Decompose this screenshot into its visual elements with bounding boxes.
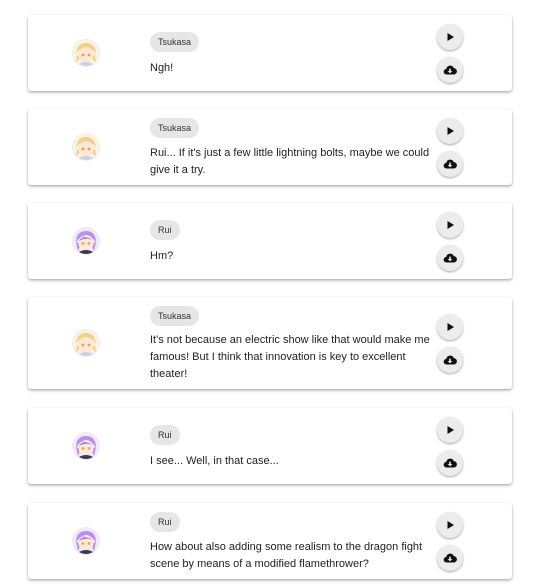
speaker-badge: Rui xyxy=(150,220,180,240)
play-button[interactable] xyxy=(437,118,463,144)
download-button[interactable] xyxy=(437,545,463,571)
voice-line-card: Rui How about also adding some realism t… xyxy=(28,503,512,579)
tsukasa-avatar xyxy=(73,134,99,160)
voice-line-card: Tsukasa Rui... If it's just a few little… xyxy=(28,109,512,185)
voice-line-card: Tsukasa It's not because an electric sho… xyxy=(28,297,512,389)
speaker-badge: Tsukasa xyxy=(150,306,200,326)
tsukasa-avatar xyxy=(73,330,99,356)
cloud-download-icon xyxy=(443,355,457,365)
play-icon xyxy=(447,323,454,331)
play-icon xyxy=(447,33,454,41)
play-button[interactable] xyxy=(437,24,463,50)
rui-avatar xyxy=(73,228,99,254)
voice-line-text: Ngh! xyxy=(150,62,174,74)
voice-line-text: How about also adding some realism to th… xyxy=(150,541,423,570)
play-icon xyxy=(447,521,454,529)
cloud-download-icon xyxy=(443,65,457,75)
voice-line-card: Rui Hm? xyxy=(28,203,512,279)
speaker-badge: Rui xyxy=(150,512,180,532)
voice-line-text: It's not because an electric show like t… xyxy=(150,334,430,380)
play-button[interactable] xyxy=(437,512,463,538)
speaker-badge: Tsukasa xyxy=(150,32,200,52)
speaker-badge: Rui xyxy=(150,425,180,445)
download-button[interactable] xyxy=(437,347,463,373)
cloud-download-icon xyxy=(443,458,457,468)
cloud-download-icon xyxy=(443,553,457,563)
play-button[interactable] xyxy=(437,314,463,340)
download-button[interactable] xyxy=(437,57,463,83)
download-button[interactable] xyxy=(437,151,463,177)
voice-line-card: Rui I see... Well, in that case... xyxy=(28,408,512,484)
play-button[interactable] xyxy=(437,417,463,443)
download-button[interactable] xyxy=(437,245,463,271)
play-icon xyxy=(447,127,454,135)
voice-line-text: Rui... If it's just a few little lightni… xyxy=(150,147,430,176)
download-button[interactable] xyxy=(437,450,463,476)
cloud-download-icon xyxy=(443,253,457,263)
tsukasa-avatar xyxy=(73,40,99,66)
rui-avatar xyxy=(73,433,99,459)
cloud-download-icon xyxy=(443,159,457,169)
play-icon xyxy=(447,426,454,434)
voice-line-list: Tsukasa Ngh! Tsukasa Rui... If it's just… xyxy=(0,0,540,586)
play-button[interactable] xyxy=(437,212,463,238)
rui-avatar xyxy=(73,528,99,554)
voice-line-text: Hm? xyxy=(150,250,174,262)
voice-line-text: I see... Well, in that case... xyxy=(150,455,279,467)
speaker-badge: Tsukasa xyxy=(150,118,200,138)
voice-line-card: Tsukasa Ngh! xyxy=(28,15,512,91)
play-icon xyxy=(447,221,454,229)
